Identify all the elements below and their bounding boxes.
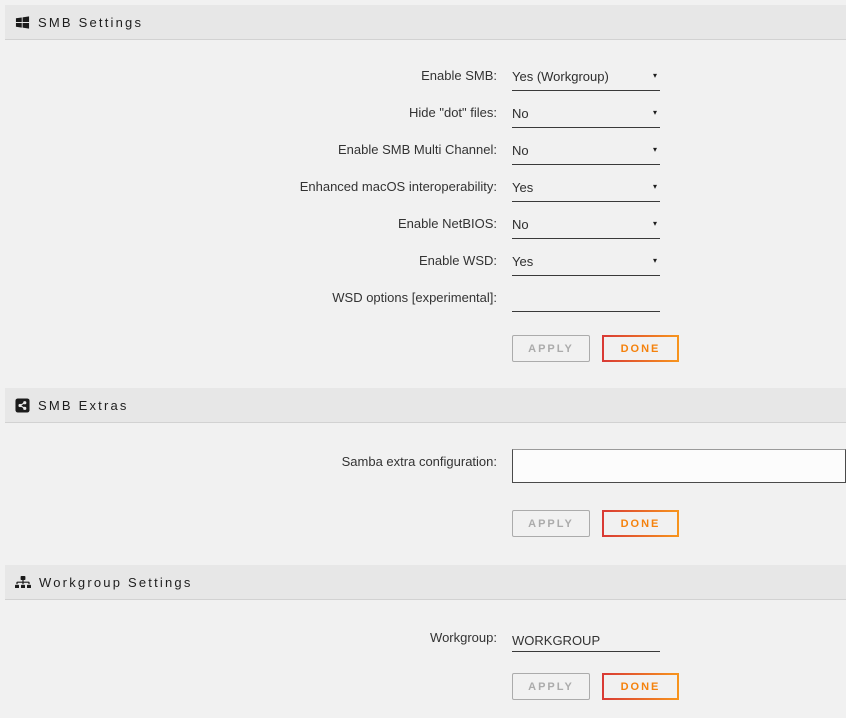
hide-dot-files-label: Hide "dot" files:	[5, 105, 497, 121]
form-row: Enhanced macOS interoperability: Yes ▾	[5, 179, 846, 202]
section-title: SMB Settings	[38, 15, 143, 30]
caret-down-icon: ▾	[653, 71, 657, 80]
wsd-options-label: WSD options [experimental]:	[5, 290, 497, 306]
enable-wsd-label: Enable WSD:	[5, 253, 497, 269]
form-row: Enable SMB Multi Channel: No ▾	[5, 142, 846, 165]
select-value: Yes	[512, 180, 533, 195]
caret-down-icon: ▾	[653, 219, 657, 228]
sitemap-icon	[15, 576, 31, 589]
form-row: Enable SMB: Yes (Workgroup) ▾	[5, 68, 846, 91]
samba-extra-configuration-field	[512, 449, 846, 483]
form-row: Enable NetBIOS: No ▾	[5, 216, 846, 239]
form-actions: APPLY DONE	[512, 335, 846, 362]
enable-smb-label: Enable SMB:	[5, 68, 497, 84]
enable-wsd-select[interactable]: Yes ▾	[512, 253, 660, 276]
section-workgroup-settings: Workgroup Settings Workgroup: APPLY DONE	[5, 565, 846, 700]
done-button[interactable]: DONE	[602, 510, 679, 537]
select-value: No	[512, 106, 529, 121]
workgroup-input[interactable]	[512, 630, 660, 652]
section-header: Workgroup Settings	[5, 565, 846, 600]
enhanced-macos-interoperability-select[interactable]: Yes ▾	[512, 179, 660, 202]
select-value: Yes	[512, 254, 533, 269]
windows-icon	[15, 15, 30, 30]
samba-extra-configuration-label: Samba extra configuration:	[5, 449, 497, 470]
apply-button[interactable]: APPLY	[512, 673, 590, 700]
section-smb-settings: SMB Settings Enable SMB: Yes (Workgroup) ▾…	[5, 5, 846, 362]
caret-down-icon: ▾	[653, 256, 657, 265]
form-row: Workgroup:	[5, 630, 846, 652]
form-actions: APPLY DONE	[512, 673, 846, 700]
form-row: Samba extra configuration:	[5, 449, 846, 483]
section-header: SMB Settings	[5, 5, 846, 40]
done-button[interactable]: DONE	[602, 673, 679, 700]
share-square-icon	[15, 398, 30, 413]
workgroup-label: Workgroup:	[5, 630, 497, 646]
enhanced-macos-interoperability-label: Enhanced macOS interoperability:	[5, 179, 497, 195]
hide-dot-files-select[interactable]: No ▾	[512, 105, 660, 128]
apply-button[interactable]: APPLY	[512, 510, 590, 537]
select-value: No	[512, 143, 529, 158]
enable-netbios-label: Enable NetBIOS:	[5, 216, 497, 232]
select-value: No	[512, 217, 529, 232]
settings-page: SMB Settings Enable SMB: Yes (Workgroup) ▾…	[5, 0, 846, 700]
wsd-options-input[interactable]	[512, 290, 660, 312]
samba-extra-configuration-textarea[interactable]	[512, 449, 846, 483]
form-rows: Samba extra configuration:	[5, 423, 846, 483]
enable-smb-multi-channel-label: Enable SMB Multi Channel:	[5, 142, 497, 158]
section-title: Workgroup Settings	[39, 575, 193, 590]
form-row: Hide "dot" files: No ▾	[5, 105, 846, 128]
form-rows: Workgroup:	[5, 600, 846, 652]
section-smb-extras: SMB Extras Samba extra configuration: AP…	[5, 388, 846, 537]
section-title: SMB Extras	[38, 398, 129, 413]
caret-down-icon: ▾	[653, 182, 657, 191]
form-row: Enable WSD: Yes ▾	[5, 253, 846, 276]
enable-smb-multi-channel-select[interactable]: No ▾	[512, 142, 660, 165]
section-header: SMB Extras	[5, 388, 846, 423]
enable-netbios-select[interactable]: No ▾	[512, 216, 660, 239]
done-button[interactable]: DONE	[602, 335, 679, 362]
wsd-options-field	[512, 290, 660, 312]
form-row: WSD options [experimental]:	[5, 290, 846, 312]
select-value: Yes (Workgroup)	[512, 69, 609, 84]
caret-down-icon: ▾	[653, 145, 657, 154]
caret-down-icon: ▾	[653, 108, 657, 117]
enable-smb-select[interactable]: Yes (Workgroup) ▾	[512, 68, 660, 91]
apply-button[interactable]: APPLY	[512, 335, 590, 362]
form-rows: Enable SMB:Yes (Workgroup)▾Hide "dot" fi…	[5, 40, 846, 312]
workgroup-field	[512, 630, 660, 652]
form-actions: APPLY DONE	[512, 510, 846, 537]
